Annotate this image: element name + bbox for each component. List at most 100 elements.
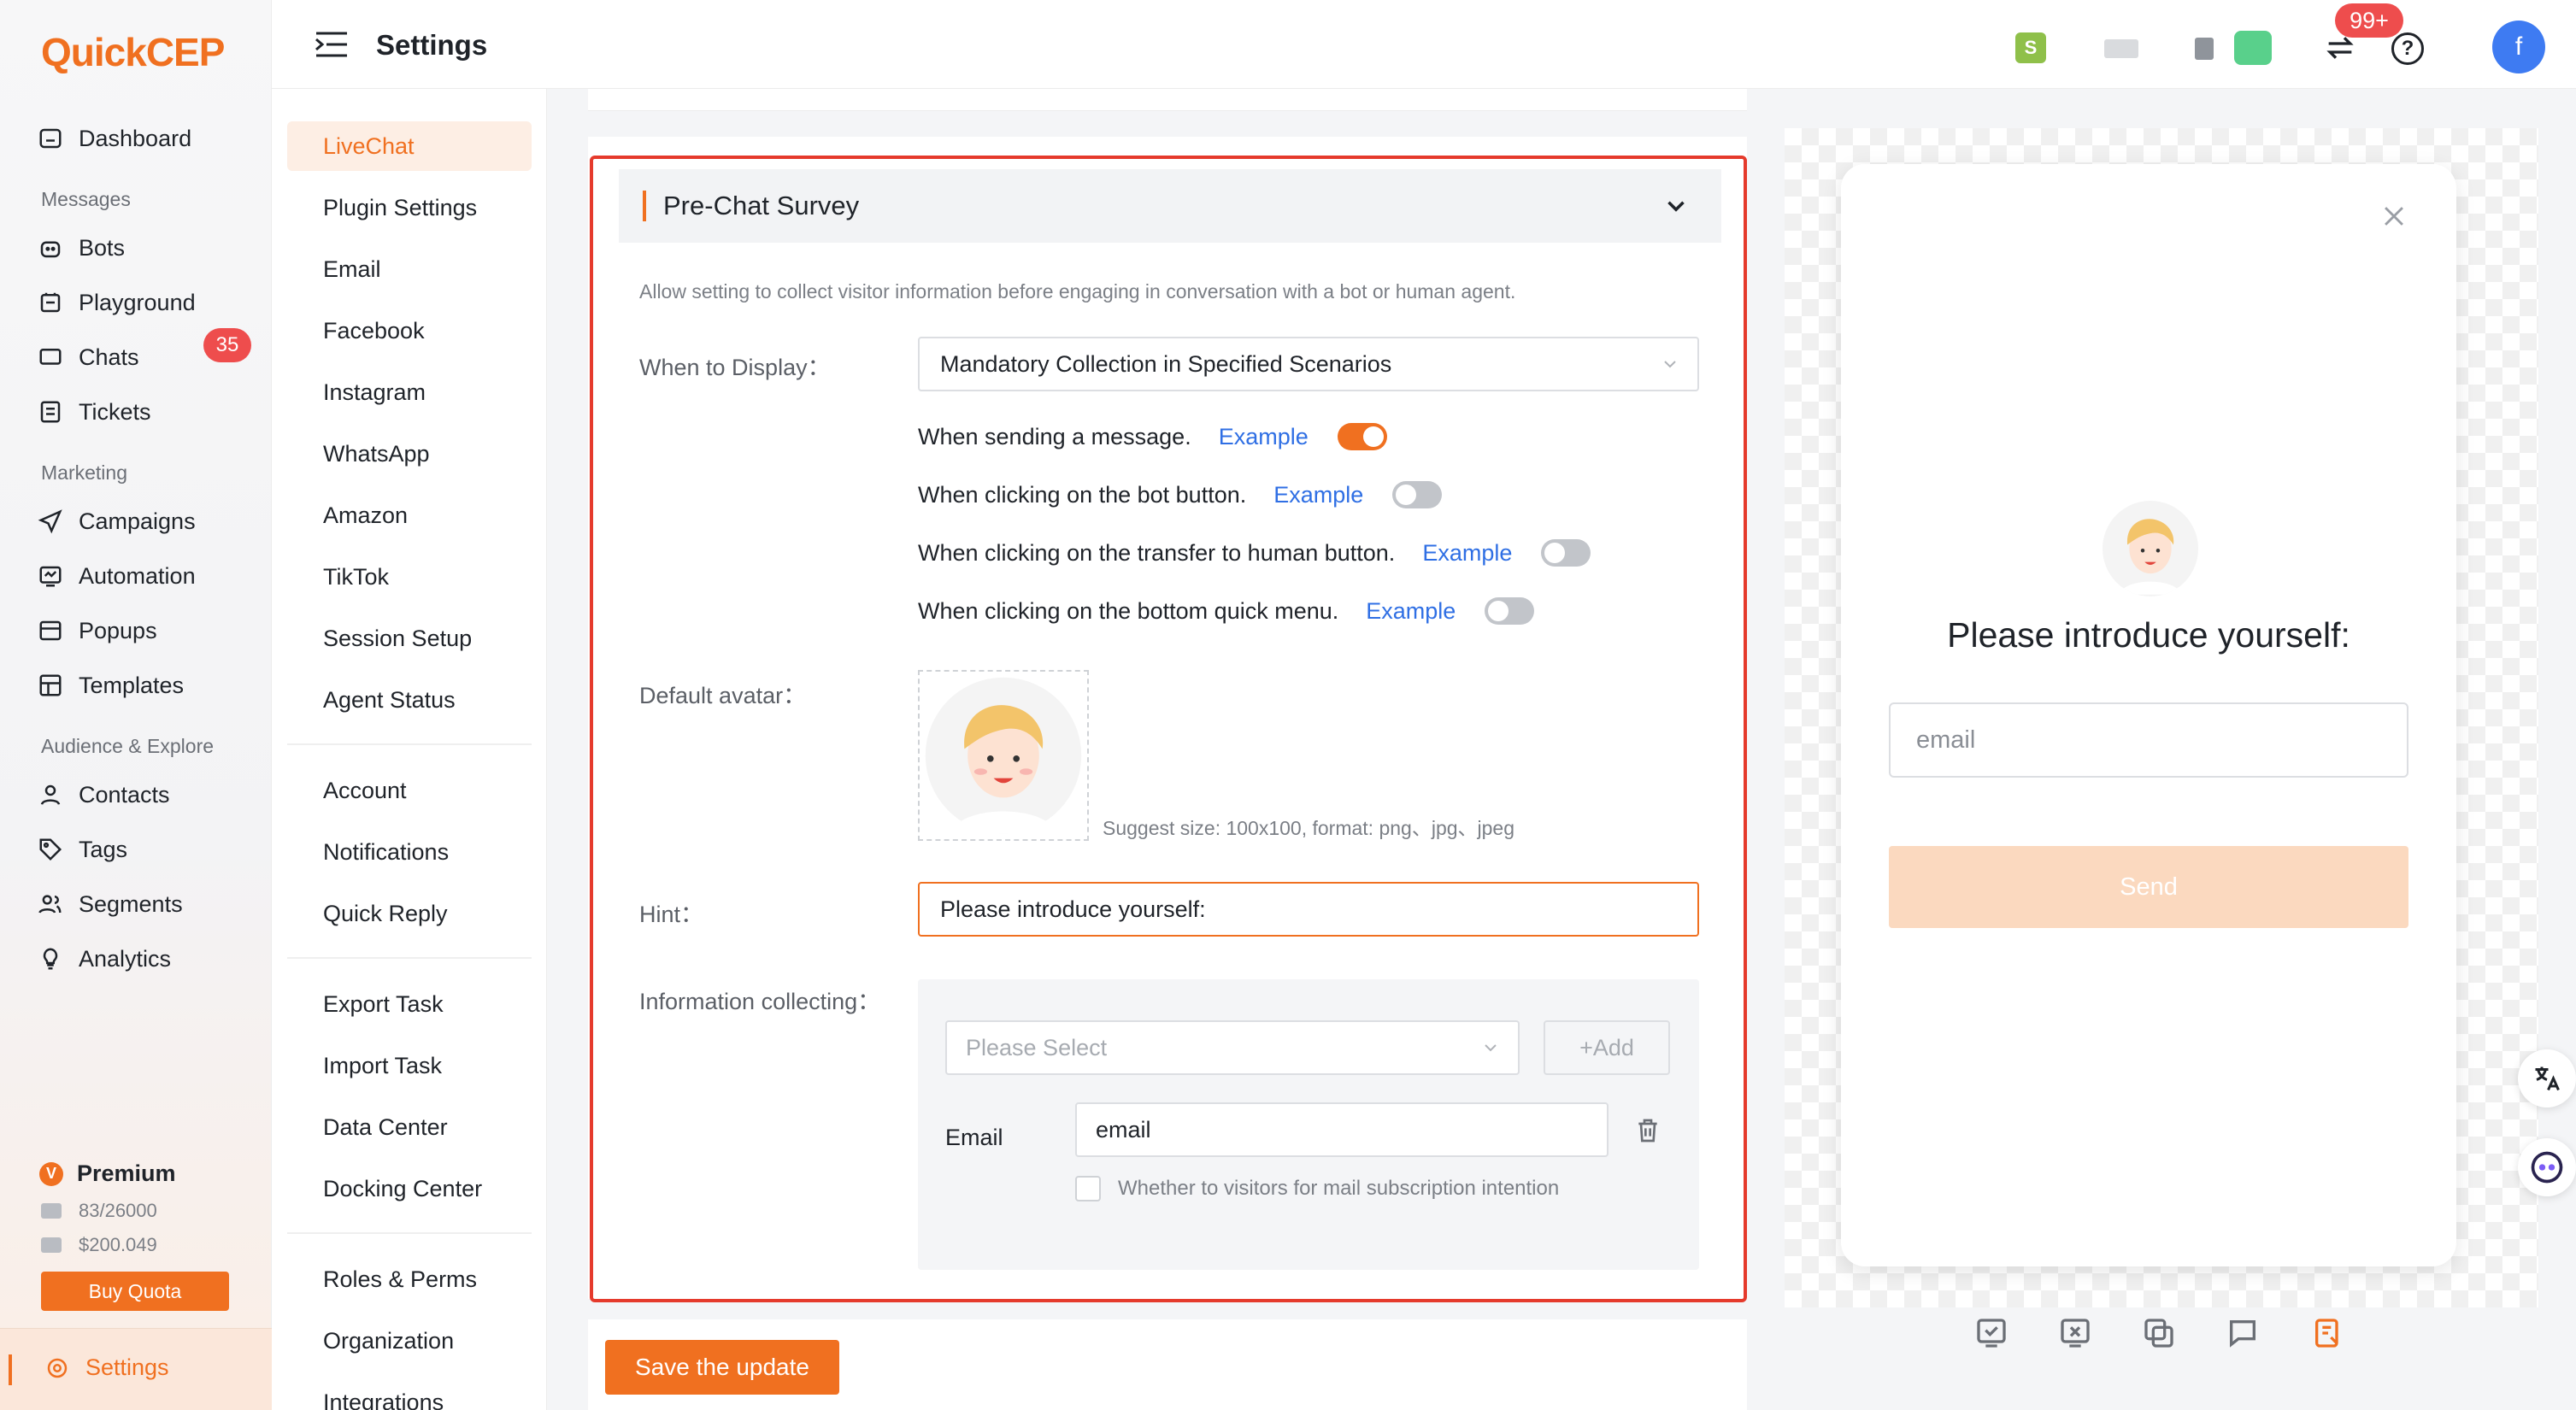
- add-field-button[interactable]: +Add: [1544, 1020, 1670, 1075]
- scenario-toggle[interactable]: [1541, 539, 1591, 567]
- nav-campaigns[interactable]: Campaigns: [38, 497, 196, 545]
- nav-templates[interactable]: Templates: [38, 661, 184, 709]
- survey-title: Pre-Chat Survey: [663, 191, 860, 220]
- preview-email-input[interactable]: email: [1889, 702, 2408, 778]
- nav-analytics[interactable]: Analytics: [38, 935, 171, 983]
- nav-segments[interactable]: Segments: [38, 880, 183, 928]
- close-square-icon[interactable]: [2058, 1316, 2092, 1350]
- users-icon: [38, 891, 63, 917]
- example-link[interactable]: Example: [1273, 482, 1363, 508]
- example-link[interactable]: Example: [1422, 540, 1512, 567]
- check-square-icon[interactable]: [1974, 1316, 2008, 1350]
- nav-tickets[interactable]: Tickets: [38, 388, 151, 436]
- preview-avatar-image: [2104, 502, 2197, 595]
- subnav-session-setup[interactable]: Session Setup: [287, 614, 532, 663]
- nav-bots[interactable]: Bots: [38, 224, 125, 272]
- subnav-integrations[interactable]: Integrations: [287, 1378, 532, 1410]
- nav-group-marketing: Marketing: [41, 461, 127, 484]
- translate-button[interactable]: [2518, 1049, 2576, 1107]
- nav-dashboard[interactable]: Dashboard: [38, 115, 191, 162]
- subnav-amazon[interactable]: Amazon: [287, 491, 532, 540]
- subscription-option[interactable]: Whether to visitors for mail subscriptio…: [1075, 1176, 1559, 1201]
- shopify-icon[interactable]: S: [2015, 32, 2046, 63]
- subnav-tiktok[interactable]: TikTok: [287, 552, 532, 602]
- example-link[interactable]: Example: [1366, 598, 1456, 625]
- survey-header[interactable]: Pre-Chat Survey: [619, 169, 1721, 243]
- message-icon[interactable]: [2234, 31, 2272, 65]
- trash-icon[interactable]: [1634, 1116, 1661, 1145]
- subnav-facebook[interactable]: Facebook: [287, 306, 532, 355]
- chevron-down-icon[interactable]: [1661, 191, 1691, 220]
- subnav-email[interactable]: Email: [287, 244, 532, 294]
- nav-automation[interactable]: Automation: [38, 552, 196, 600]
- nav-tags[interactable]: Tags: [38, 825, 127, 873]
- nav-dashboard-label: Dashboard: [79, 125, 192, 151]
- scenario-text: When clicking on the transfer to human b…: [918, 539, 1396, 566]
- chat-icon: [38, 344, 63, 370]
- chat-bubble-icon[interactable]: [2226, 1316, 2260, 1350]
- notification-badge: 99+: [2335, 3, 2403, 38]
- nav-settings[interactable]: Settings: [0, 1328, 272, 1410]
- buy-quota-button[interactable]: Buy Quota: [41, 1272, 229, 1311]
- mobile-icon[interactable]: [2195, 38, 2214, 60]
- example-link[interactable]: Example: [1219, 424, 1309, 450]
- subnav-organization[interactable]: Organization: [287, 1316, 532, 1366]
- scenario-toggle[interactable]: [1392, 481, 1443, 508]
- nav-tickets-label: Tickets: [79, 398, 151, 425]
- subnav-agent-status[interactable]: Agent Status: [287, 675, 532, 725]
- field-select[interactable]: Please Select: [945, 1020, 1520, 1075]
- email-field-input[interactable]: email: [1075, 1102, 1609, 1157]
- nav-chats-label: Chats: [79, 344, 139, 370]
- preview-send-button[interactable]: Send: [1889, 846, 2408, 928]
- settings-subnav: LiveChat Plugin Settings Email Facebook …: [272, 89, 547, 1410]
- subnav-quick-reply[interactable]: Quick Reply: [287, 889, 532, 938]
- subnav-docking-center[interactable]: Docking Center: [287, 1164, 532, 1213]
- scenario-row: When clicking on the transfer to human b…: [918, 532, 1591, 574]
- subnav-notifications[interactable]: Notifications: [287, 827, 532, 877]
- plan-name: Premium: [77, 1160, 176, 1186]
- save-update-button[interactable]: Save the update: [605, 1340, 839, 1395]
- help-icon[interactable]: ?: [2391, 32, 2424, 65]
- subnav-roles-perms[interactable]: Roles & Perms: [287, 1254, 532, 1304]
- when-to-display-select[interactable]: Mandatory Collection in Specified Scenar…: [918, 337, 1699, 391]
- home-icon: [38, 126, 63, 151]
- store-icon[interactable]: [2104, 39, 2138, 58]
- hint-label: Hint：: [639, 902, 704, 927]
- subscription-checkbox-label: Whether to visitors for mail subscriptio…: [1118, 1177, 1560, 1200]
- mail-icon: [41, 1203, 62, 1219]
- nav-chats[interactable]: Chats: [38, 333, 139, 381]
- subnav-account[interactable]: Account: [287, 766, 532, 815]
- hint-input[interactable]: Please introduce yourself:: [918, 882, 1699, 937]
- form-icon[interactable]: [2311, 1316, 2345, 1350]
- subnav-import-task[interactable]: Import Task: [287, 1041, 532, 1090]
- nav-contacts-label: Contacts: [79, 781, 170, 808]
- send-icon: [38, 508, 63, 534]
- subnav-livechat[interactable]: LiveChat: [287, 121, 532, 171]
- when-to-display-value: Mandatory Collection in Specified Scenar…: [940, 350, 1392, 377]
- subnav-plugin-settings[interactable]: Plugin Settings: [287, 183, 532, 232]
- chevron-down-icon: [1485, 1044, 1497, 1052]
- subscription-checkbox[interactable]: [1075, 1176, 1101, 1201]
- user-avatar[interactable]: f: [2492, 21, 2545, 73]
- subnav-data-center[interactable]: Data Center: [287, 1102, 532, 1152]
- subnav-instagram[interactable]: Instagram: [287, 367, 532, 417]
- translate-icon: [2535, 1066, 2560, 1091]
- page-title: Settings: [376, 29, 488, 61]
- close-icon[interactable]: [2379, 202, 2408, 231]
- default-avatar-image: [925, 677, 1082, 834]
- scenario-toggle[interactable]: [1337, 423, 1387, 450]
- avatar-upload[interactable]: [918, 670, 1089, 841]
- assistant-button[interactable]: [2518, 1138, 2576, 1196]
- previous-section-card: [588, 89, 1747, 111]
- menu-toggle-icon[interactable]: [315, 31, 349, 58]
- nav-contacts[interactable]: Contacts: [38, 771, 170, 819]
- nav-popups[interactable]: Popups: [38, 607, 157, 655]
- scenario-toggle[interactable]: [1485, 597, 1535, 625]
- nav-playground[interactable]: Playground: [38, 279, 196, 326]
- info-collecting-label: Information collecting：: [639, 989, 881, 1014]
- main-sidebar: QuickCEP Dashboard Messages Bots Playgro…: [0, 0, 272, 1410]
- quickcep-logo[interactable]: QuickCEP: [41, 29, 225, 75]
- copy-icon[interactable]: [2142, 1316, 2176, 1350]
- subnav-export-task[interactable]: Export Task: [287, 979, 532, 1029]
- subnav-whatsapp[interactable]: WhatsApp: [287, 429, 532, 479]
